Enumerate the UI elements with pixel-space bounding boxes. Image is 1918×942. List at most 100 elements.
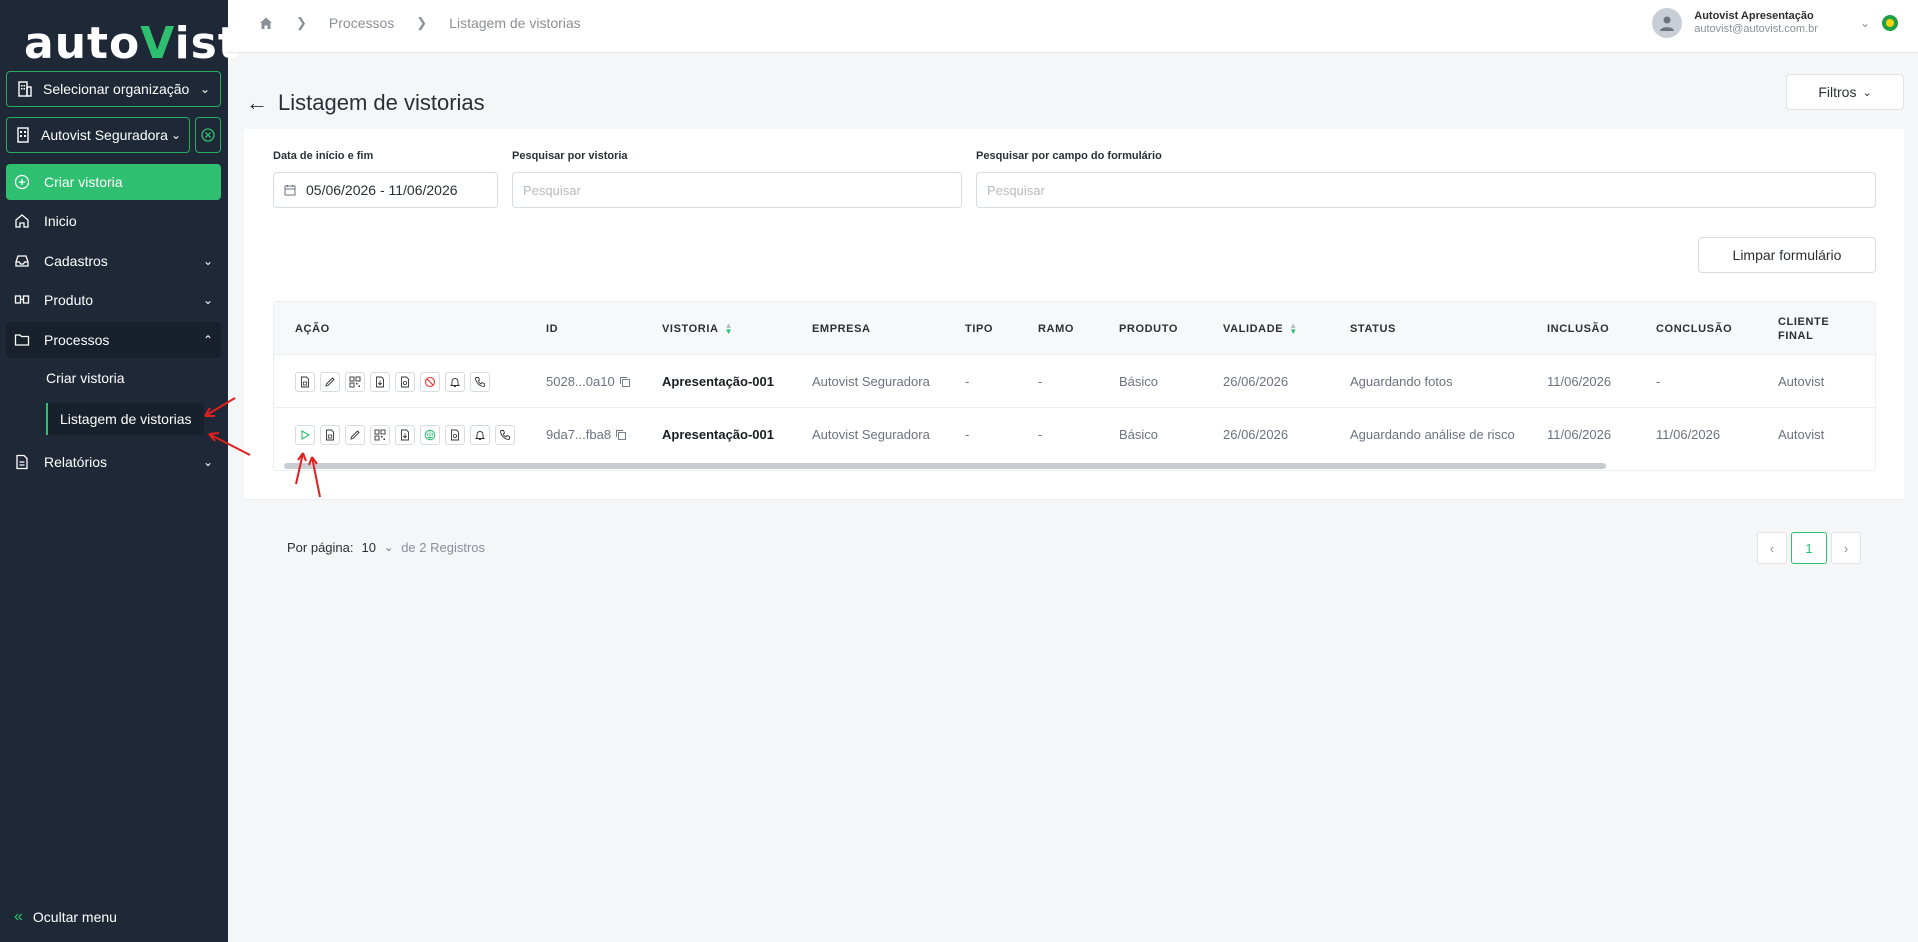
row-id-value: 9da7...fba8 (546, 427, 612, 442)
document-icon[interactable] (295, 371, 315, 392)
pagination: ‹ 1 › (1757, 532, 1861, 564)
table-row: 5028...0a10 Apresentação-001 Autovist Se… (274, 355, 1875, 408)
filters-button[interactable]: Filtros ⌄ (1786, 74, 1904, 110)
search-form-field (976, 172, 1876, 208)
column-header-status: STATUS (1350, 322, 1396, 335)
phone-icon[interactable] (470, 371, 490, 392)
user-menu[interactable]: Autovist Apresentação autovist@autovist.… (1652, 8, 1898, 38)
date-range-label: Data de início e fim (273, 150, 374, 162)
previous-page-button[interactable]: ‹ (1757, 532, 1787, 564)
user-name: Autovist Apresentação (1694, 10, 1814, 22)
horizontal-scrollbar[interactable] (284, 463, 1875, 469)
row-conclusao: - (1656, 374, 1661, 389)
filters-label: Filtros (1818, 84, 1857, 100)
sidebar-item-label: Relatórios (44, 454, 108, 470)
sidebar-subitem-criar-vistoria[interactable]: Criar vistoria (46, 370, 125, 386)
sidebar-item-produto[interactable]: Produto ⌄ (6, 282, 221, 318)
pdf-icon[interactable] (395, 371, 415, 392)
folder-icon (14, 331, 32, 349)
topbar: ❯ Processos ❯ Listagem de vistorias Auto… (228, 0, 1918, 53)
chevron-down-icon[interactable]: ⌄ (1860, 16, 1870, 30)
row-vistoria: Apresentação-001 (662, 374, 774, 389)
sort-icon[interactable]: ▲ ▼ (725, 321, 734, 335)
row-id: 9da7...fba8 (546, 408, 627, 461)
chevron-down-icon[interactable]: ⌄ (384, 541, 393, 554)
sort-icon[interactable]: ▲ ▼ (1289, 321, 1298, 335)
edit-icon[interactable] (320, 371, 340, 392)
user-icon (1660, 16, 1675, 31)
qrcode-icon[interactable] (370, 424, 390, 445)
sidebar-subitem-listagem-de-vistorias[interactable]: Listagem de vistorias (46, 403, 204, 435)
column-header-produto: PRODUTO (1119, 322, 1179, 335)
page-title: ← Listagem de vistorias (246, 90, 485, 116)
per-page-value[interactable]: 10 (362, 540, 376, 555)
qrcode-icon[interactable] (345, 371, 365, 392)
brazil-flag-icon[interactable] (1882, 15, 1898, 31)
column-header-empresa: EMPRESA (812, 322, 871, 335)
copy-icon[interactable] (619, 376, 631, 388)
scrollbar-thumb[interactable] (284, 463, 1606, 469)
annotation-arrow-icon (295, 452, 321, 498)
next-page-button[interactable]: › (1831, 532, 1861, 564)
double-chevron-left-icon: « (14, 908, 23, 925)
search-form-field-input[interactable] (987, 182, 1865, 198)
search-inspection-field (512, 172, 962, 208)
pdf-icon[interactable] (445, 424, 465, 445)
row-produto: Básico (1119, 427, 1159, 442)
close-circle-icon (201, 128, 215, 142)
sidebar-item-label: Produto (44, 292, 94, 308)
play-icon[interactable] (295, 424, 315, 445)
current-organization-row: Autovist Seguradora ⌄ (6, 117, 221, 153)
calendar-icon (284, 185, 296, 196)
hide-menu-button[interactable]: « Ocultar menu (14, 908, 117, 926)
avatar (1652, 8, 1683, 38)
user-email: autovist@autovist.com.br (1694, 23, 1818, 35)
plus-circle-icon (14, 173, 32, 191)
phone-icon[interactable] (495, 424, 515, 445)
current-organization-label: Autovist Seguradora (41, 127, 168, 143)
pagination-bar (244, 499, 1904, 599)
row-cliente-final: Autovist (1778, 427, 1825, 442)
bell-icon[interactable] (445, 371, 465, 392)
block-icon[interactable] (420, 371, 440, 392)
create-inspection-button[interactable]: Criar vistoria (6, 164, 221, 200)
back-arrow-icon[interactable]: ← (246, 90, 268, 116)
date-range-picker[interactable]: 05/06/2026 - 11/06/2026 (273, 172, 498, 208)
row-status: Aguardando análise de risco (1350, 427, 1515, 442)
row-cliente-final: Autovist (1778, 374, 1825, 389)
autovist-logo: autoVist (24, 18, 240, 69)
column-header-validade[interactable]: VALIDADE ▲ ▼ (1223, 302, 1298, 355)
chevron-down-icon: ⌄ (202, 254, 213, 268)
download-icon[interactable] (395, 424, 415, 445)
current-organization-dropdown[interactable]: Autovist Seguradora ⌄ (6, 117, 190, 153)
select-organization-label: Selecionar organização (43, 81, 190, 97)
row-validade: 26/06/2026 (1223, 374, 1289, 389)
search-inspection-input[interactable] (523, 182, 951, 198)
clear-organization-button[interactable] (195, 117, 221, 153)
document-icon[interactable] (320, 424, 340, 445)
row-ramo: - (1038, 374, 1043, 389)
clear-form-button[interactable]: Limpar formulário (1698, 237, 1876, 273)
brain-icon[interactable] (420, 424, 440, 445)
row-id: 5028...0a10 (546, 355, 631, 408)
select-organization-dropdown[interactable]: Selecionar organização ⌄ (6, 71, 221, 107)
sidebar-item-processos[interactable]: Processos ⌃ (6, 322, 221, 358)
inspections-table: AÇÃO ID VISTORIA ▲ ▼ EMPRESA TIPO RAMO PR… (273, 301, 1876, 471)
sidebar-item-relatorios[interactable]: Relatórios ⌄ (6, 444, 221, 480)
edit-icon[interactable] (345, 424, 365, 445)
chevron-right-icon: ❯ (296, 15, 307, 30)
sidebar-item-cadastros[interactable]: Cadastros ⌄ (6, 243, 221, 279)
copy-icon[interactable] (615, 429, 627, 441)
row-id-value: 5028...0a10 (546, 374, 615, 389)
column-header-vistoria[interactable]: VISTORIA ▲ ▼ (662, 302, 733, 355)
home-icon[interactable] (258, 15, 274, 31)
page-button[interactable]: 1 (1791, 532, 1827, 564)
row-conclusao: 11/06/2026 (1656, 427, 1721, 442)
sidebar-item-inicio[interactable]: Inicio (6, 203, 221, 239)
row-validade: 26/06/2026 (1223, 427, 1289, 442)
breadcrumb-processos[interactable]: Processos (329, 15, 394, 31)
download-icon[interactable] (370, 371, 390, 392)
bell-icon[interactable] (470, 424, 490, 445)
row-tipo: - (965, 427, 970, 442)
column-header-label: VISTORIA (662, 322, 719, 335)
